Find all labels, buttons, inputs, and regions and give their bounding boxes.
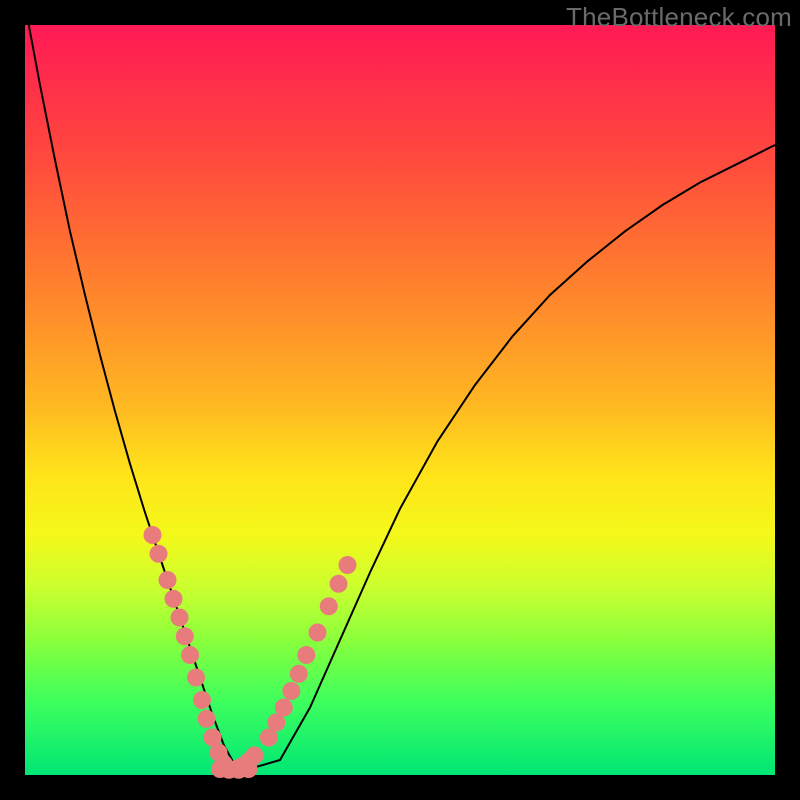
data-point (275, 699, 293, 717)
data-point (181, 646, 199, 664)
data-point (330, 575, 348, 593)
data-point (240, 760, 258, 778)
data-point (193, 691, 211, 709)
scatter-layer (144, 526, 357, 779)
chart-overlay (25, 25, 775, 775)
data-point (159, 571, 177, 589)
data-point (290, 665, 308, 683)
data-point (165, 590, 183, 608)
data-point (282, 682, 300, 700)
data-point (150, 545, 168, 563)
data-point (187, 669, 205, 687)
data-point (176, 627, 194, 645)
data-point (198, 710, 216, 728)
data-point (320, 597, 338, 615)
data-point (144, 526, 162, 544)
data-point (339, 556, 357, 574)
chart-frame: TheBottleneck.com (0, 0, 800, 800)
data-point (297, 646, 315, 664)
data-point (171, 609, 189, 627)
data-point (309, 624, 327, 642)
bottleneck-curve (29, 25, 775, 770)
